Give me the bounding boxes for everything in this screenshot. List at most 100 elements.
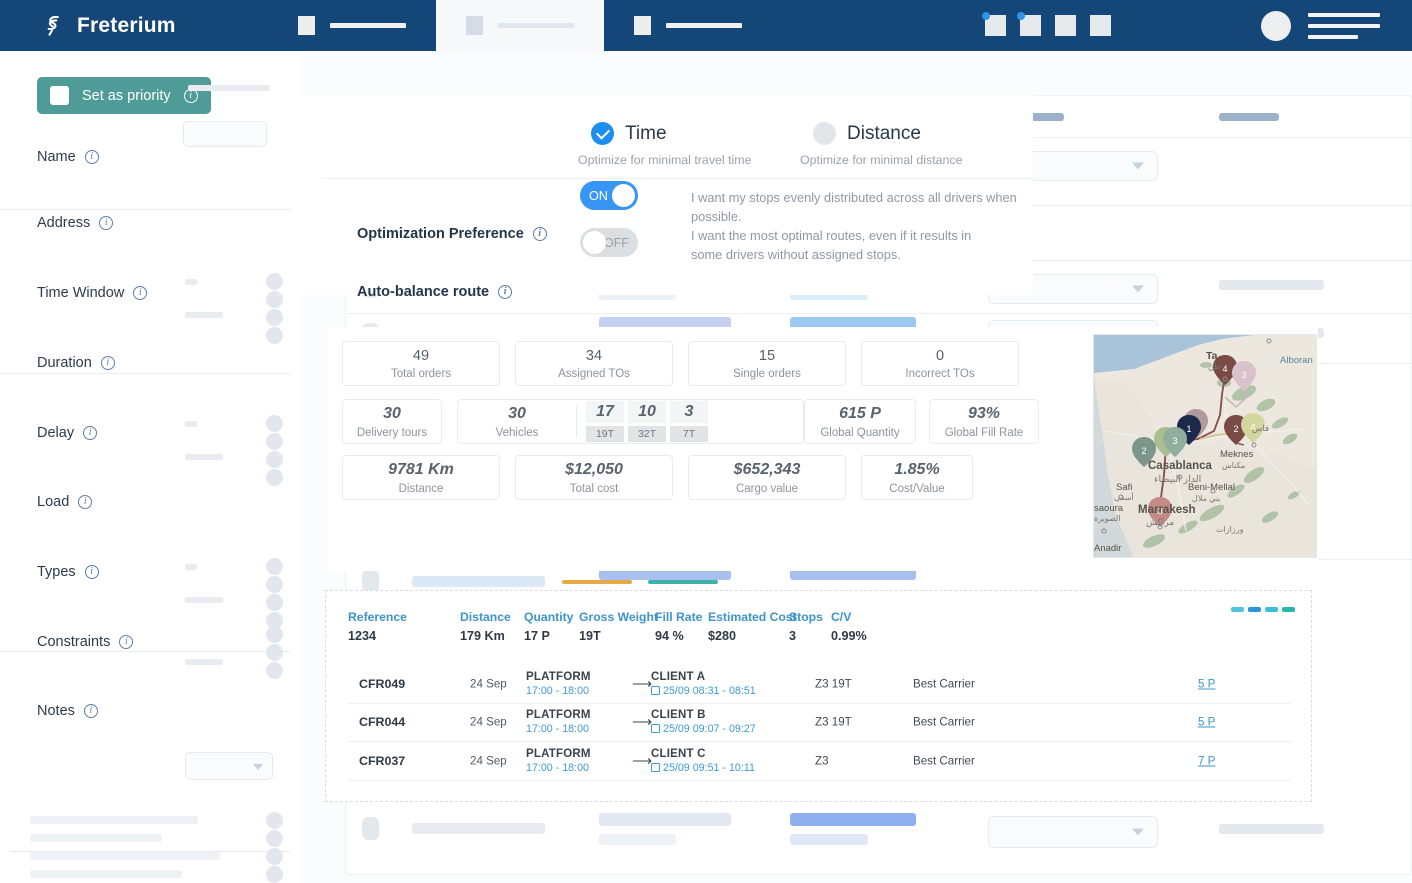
skeleton-input[interactable] [183, 121, 267, 147]
destination-name: CLIENT B [651, 709, 756, 721]
table-body: CFR049 24 Sep PLATFORM 17:00 - 18:00 ⟶ C… [348, 665, 1291, 781]
info-icon[interactable]: i [85, 150, 99, 164]
stat-value: 93% [968, 405, 1000, 423]
route-map[interactable]: 4 3 5 1 2 4 4 3 2 3 Casablanca الدار الب… [1093, 334, 1317, 558]
info-icon[interactable]: i [119, 635, 133, 649]
column-header-estimated-cost[interactable]: Estimated Cost [708, 610, 797, 624]
svg-text:Ta: Ta [1206, 350, 1218, 362]
sidebar-field-name[interactable]: Name i [37, 149, 99, 165]
nav-tab-1-label [330, 23, 406, 28]
row-toggle[interactable] [362, 817, 379, 840]
field-label: Duration [37, 355, 92, 371]
square-icon [634, 16, 651, 35]
info-icon[interactable]: i [84, 704, 98, 718]
nav-tab-1[interactable] [268, 0, 436, 51]
column-header-quantity[interactable]: Quantity [524, 610, 573, 624]
square-icon [466, 16, 483, 35]
toggle-knob [612, 184, 635, 207]
sidebar-field-duration[interactable]: Duration i [37, 355, 115, 371]
nav-tab-3-label [666, 23, 742, 28]
svg-text:مكناس: مكناس [1222, 461, 1245, 470]
sidebar-field-constraints[interactable]: Constraints i [37, 634, 133, 650]
svg-text:4: 4 [1222, 364, 1227, 374]
cell-date: 24 Sep [470, 716, 507, 729]
cell-pieces[interactable]: 7 P [1198, 754, 1215, 767]
stat-incorrect-tos: 0 Incorrect TOs [861, 341, 1019, 386]
nav-tab-2-label [498, 23, 574, 28]
info-icon[interactable]: i [498, 285, 512, 299]
field-label: Time Window [37, 285, 124, 301]
stat-value: $652,343 [734, 461, 801, 479]
info-icon[interactable]: i [85, 565, 99, 579]
optimization-option-distance[interactable]: Distance [813, 122, 921, 145]
optimization-option-distance-sub: Optimize for minimal distance [800, 153, 963, 167]
cell-carrier: Best Carrier [913, 677, 975, 690]
optimization-option-time[interactable]: Time [591, 122, 667, 145]
avatar[interactable] [1261, 11, 1291, 41]
checkbox-unchecked-icon[interactable] [50, 86, 69, 105]
map-canvas: 4 3 5 1 2 4 4 3 2 3 Casablanca الدار الب… [1094, 335, 1317, 558]
column-header-reference[interactable]: Reference [348, 610, 407, 624]
info-icon[interactable]: i [533, 227, 547, 241]
hamburger-menu-icon[interactable] [1308, 13, 1380, 39]
help-icon[interactable] [1090, 15, 1111, 36]
top-navigation-bar: Freterium [0, 0, 1412, 51]
sidebar-field-types[interactable]: Types i [37, 564, 99, 580]
set-as-priority-button[interactable]: Set as priority i [37, 77, 211, 114]
auto-balance-route-toggle[interactable]: ON [580, 181, 638, 210]
divider [345, 313, 1412, 314]
skeleton-dot [266, 866, 283, 883]
row-chip [562, 580, 632, 584]
info-icon[interactable]: i [133, 286, 147, 300]
svg-text:مراكش: مراكش [1146, 517, 1174, 528]
table-row[interactable]: CFR044 24 Sep PLATFORM 17:00 - 18:00 ⟶ C… [348, 704, 1291, 743]
sidebar-field-address[interactable]: Address i [37, 215, 113, 231]
notification-icon[interactable] [985, 15, 1006, 36]
column-header-cv[interactable]: C/V [831, 610, 851, 624]
cell-origin: PLATFORM 17:00 - 18:00 [526, 709, 591, 735]
sidebar-field-load[interactable]: Load i [37, 494, 92, 510]
messages-icon[interactable] [1020, 15, 1041, 36]
cell-pieces[interactable]: 5 P [1198, 716, 1215, 729]
cell-zone: Z3 [815, 754, 829, 767]
field-label: Notes [37, 703, 75, 719]
summary-gross-weight: 19T [579, 629, 601, 643]
sidebar-field-time-window[interactable]: Time Window i [37, 285, 147, 301]
skeleton-line [185, 279, 197, 285]
column-header-gross-weight[interactable]: Gross Weight [579, 610, 658, 624]
summary-distance: 179 Km [460, 629, 505, 643]
vehicle-count: 10 [628, 401, 666, 423]
minimum-vehicles-toggle[interactable]: OFF [580, 228, 638, 257]
skeleton-dot [266, 273, 283, 290]
info-icon[interactable]: i [83, 426, 97, 440]
skeleton-dot [266, 576, 283, 593]
svg-text:3: 3 [1241, 370, 1246, 380]
info-icon[interactable]: i [101, 356, 115, 370]
column-header-stops[interactable]: Stops [789, 610, 823, 624]
brand-logo-area[interactable]: Freterium [0, 12, 176, 39]
svg-text:Safi: Safi [1116, 482, 1132, 493]
cell-pieces[interactable]: 5 P [1198, 677, 1215, 690]
nav-tab-3[interactable] [604, 0, 772, 51]
cell-date: 24 Sep [470, 677, 507, 690]
apps-icon[interactable] [1055, 15, 1076, 36]
nav-tab-2[interactable] [436, 0, 604, 51]
sidebar-field-notes[interactable]: Notes i [37, 703, 98, 719]
svg-text:Meknes: Meknes [1220, 449, 1254, 460]
table-row[interactable]: CFR049 24 Sep PLATFORM 17:00 - 18:00 ⟶ C… [348, 665, 1291, 704]
column-header-fill-rate[interactable]: Fill Rate [655, 610, 702, 624]
info-icon[interactable]: i [99, 216, 113, 230]
filter-select[interactable] [988, 816, 1158, 848]
info-icon[interactable]: i [78, 495, 92, 509]
row-chip [1219, 280, 1324, 290]
table-row[interactable]: CFR037 24 Sep PLATFORM 17:00 - 18:00 ⟶ C… [348, 742, 1291, 781]
radio-selected-icon[interactable] [591, 122, 614, 145]
notes-select[interactable] [185, 752, 273, 780]
status-indicator [1231, 607, 1295, 612]
stat-total-orders: 49 Total orders [342, 341, 500, 386]
column-header-distance[interactable]: Distance [460, 610, 511, 624]
row-chip [790, 813, 916, 826]
radio-unselected-icon[interactable] [813, 122, 836, 145]
sidebar-field-delay[interactable]: Delay i [37, 425, 97, 441]
vehicle-capacity-cell: 17 19T [586, 401, 624, 442]
